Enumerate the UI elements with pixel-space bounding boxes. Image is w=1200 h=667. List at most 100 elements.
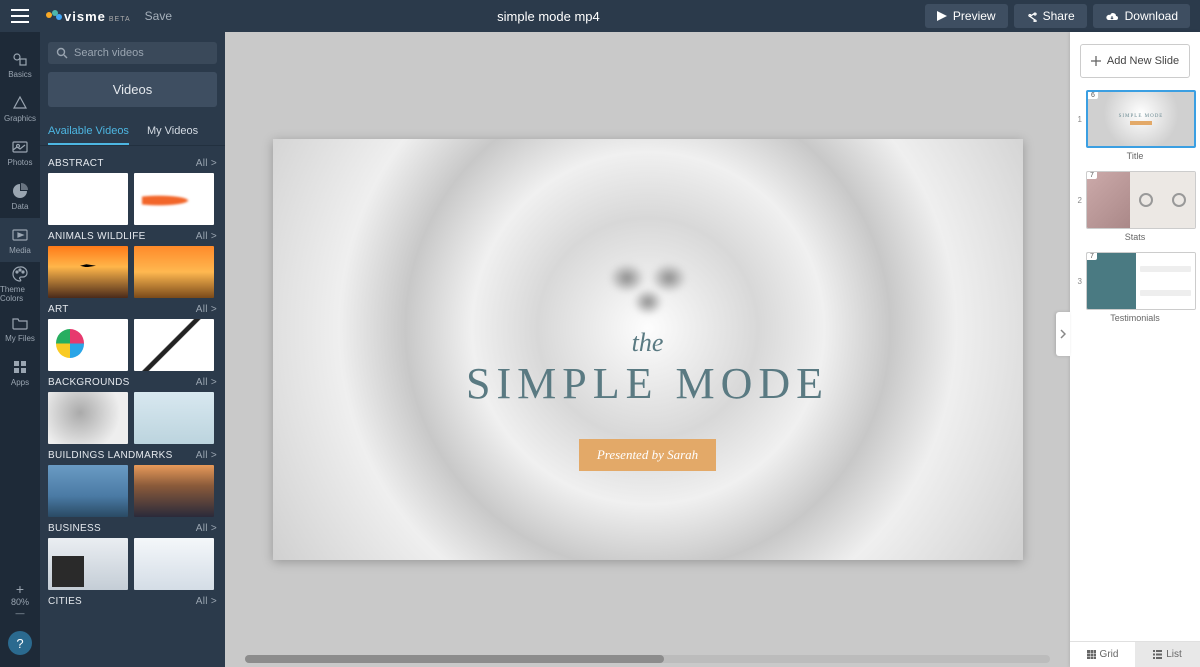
save-link[interactable]: Save — [145, 9, 172, 23]
video-thumb[interactable] — [48, 246, 128, 298]
horizontal-scrollbar[interactable] — [245, 655, 1050, 663]
category-name: ABSTRACT — [48, 158, 104, 169]
video-thumb[interactable] — [48, 465, 128, 517]
cloud-download-icon — [1105, 11, 1119, 22]
search-icon — [56, 47, 68, 59]
rail-item-apps[interactable]: Apps — [0, 350, 40, 394]
video-thumb[interactable] — [134, 465, 214, 517]
help-button[interactable]: ? — [8, 631, 32, 655]
list-label: List — [1166, 649, 1182, 660]
video-thumb[interactable] — [48, 319, 128, 371]
categories-list[interactable]: ABSTRACT All > ANIMALS WILDLIFE All > ART All… — [40, 146, 225, 667]
rail-label: Data — [12, 202, 29, 211]
category-all-link[interactable]: All > — [196, 450, 217, 461]
zoom-control[interactable]: +80%— — [11, 581, 29, 619]
logo[interactable]: visme BETA — [46, 8, 131, 24]
tab-my-videos[interactable]: My Videos — [147, 117, 198, 145]
category-all-link[interactable]: All > — [196, 158, 217, 169]
rail-label: Theme Colors — [0, 285, 40, 303]
hamburger-menu[interactable] — [0, 0, 40, 32]
category-name: BUSINESS — [48, 523, 101, 534]
category-all-link[interactable]: All > — [196, 523, 217, 534]
slides-list: 16SIMPLE MODETitle27Stats37Testimonials — [1070, 90, 1200, 641]
videos-button[interactable]: Videos — [48, 72, 217, 107]
zoom-out[interactable]: — — [11, 608, 29, 619]
media-panel: Search videos Videos Available Videos My … — [40, 32, 225, 667]
tab-available-videos[interactable]: Available Videos — [48, 117, 129, 145]
preview-button[interactable]: Preview — [925, 4, 1008, 28]
download-label: Download — [1125, 9, 1178, 23]
video-thumb[interactable] — [134, 538, 214, 590]
rail-item-data[interactable]: Data — [0, 174, 40, 218]
scrollbar-thumb[interactable] — [245, 655, 664, 663]
slide-index: 1 — [1074, 115, 1082, 124]
video-thumb[interactable] — [134, 319, 214, 371]
rail-item-photos[interactable]: Photos — [0, 130, 40, 174]
category-name: CITIES — [48, 596, 82, 607]
add-slide-label: Add New Slide — [1107, 55, 1179, 67]
video-thumb[interactable] — [48, 538, 128, 590]
collapse-handle[interactable] — [1056, 312, 1070, 356]
left-rail: Basics Graphics Photos Data Media Theme Color… — [0, 32, 40, 667]
add-slide-button[interactable]: Add New Slide — [1080, 44, 1190, 78]
category-all-link[interactable]: All > — [196, 596, 217, 607]
share-button[interactable]: Share — [1014, 4, 1087, 28]
play-icon — [937, 11, 947, 21]
slide-thumb-testimonials[interactable]: 7 — [1086, 252, 1196, 310]
slide-label: Title — [1074, 151, 1196, 161]
search-input[interactable]: Search videos — [48, 42, 217, 64]
category-all-link[interactable]: All > — [196, 377, 217, 388]
logo-icon — [46, 8, 62, 24]
photos-icon — [11, 138, 29, 156]
rail-label: Graphics — [4, 114, 36, 123]
slide-label: Testimonials — [1074, 313, 1196, 323]
chevron-right-icon — [1060, 329, 1066, 339]
rail-label: Apps — [11, 378, 29, 387]
plus-icon — [1091, 56, 1101, 66]
slide-heading[interactable]: SIMPLE MODE — [466, 358, 829, 409]
folder-icon — [11, 314, 29, 332]
project-title[interactable]: simple mode mp4 — [172, 9, 925, 24]
slide-label: Stats — [1074, 232, 1196, 242]
pie-icon — [11, 182, 29, 200]
category-name: ANIMALS WILDLIFE — [48, 231, 146, 242]
slide-pretitle[interactable]: the — [632, 328, 664, 358]
slide-thumb-title[interactable]: 6SIMPLE MODE — [1086, 90, 1196, 148]
rail-item-graphics[interactable]: Graphics — [0, 86, 40, 130]
rail-item-my-files[interactable]: My Files — [0, 306, 40, 350]
slide-canvas[interactable]: the SIMPLE MODE Presented by Sarah — [273, 139, 1023, 560]
video-thumb[interactable] — [134, 173, 214, 225]
slide-thumb-stats[interactable]: 7 — [1086, 171, 1196, 229]
logo-beta: BETA — [109, 16, 131, 23]
category-name: ART — [48, 304, 69, 315]
video-thumb[interactable] — [134, 246, 214, 298]
canvas-area[interactable]: the SIMPLE MODE Presented by Sarah — [225, 32, 1070, 667]
rail-item-basics[interactable]: Basics — [0, 42, 40, 86]
video-thumb[interactable] — [134, 392, 214, 444]
rail-label: Media — [9, 246, 31, 255]
rail-item-theme-colors[interactable]: Theme Colors — [0, 262, 40, 306]
zoom-in[interactable]: + — [11, 581, 29, 598]
list-view-button[interactable]: List — [1135, 642, 1200, 667]
slide-corner: 7 — [1087, 172, 1097, 179]
rail-label: My Files — [5, 334, 35, 343]
category-all-link[interactable]: All > — [196, 231, 217, 242]
category-name: BACKGROUNDS — [48, 377, 130, 388]
category-all-link[interactable]: All > — [196, 304, 217, 315]
slide-badge[interactable]: Presented by Sarah — [579, 439, 716, 471]
logo-text: visme — [64, 9, 106, 24]
video-thumb[interactable] — [48, 392, 128, 444]
share-label: Share — [1043, 9, 1075, 23]
slide-index: 3 — [1074, 277, 1082, 286]
graphics-icon — [11, 94, 29, 112]
shapes-icon — [11, 50, 29, 68]
rail-label: Basics — [8, 70, 32, 79]
download-button[interactable]: Download — [1093, 4, 1190, 28]
zoom-value: 80% — [11, 597, 29, 608]
view-toggle: Grid List — [1070, 641, 1200, 667]
preview-label: Preview — [953, 9, 996, 23]
video-thumb[interactable] — [48, 173, 128, 225]
apps-icon — [11, 358, 29, 376]
rail-item-media[interactable]: Media — [0, 218, 40, 262]
grid-view-button[interactable]: Grid — [1070, 642, 1135, 667]
